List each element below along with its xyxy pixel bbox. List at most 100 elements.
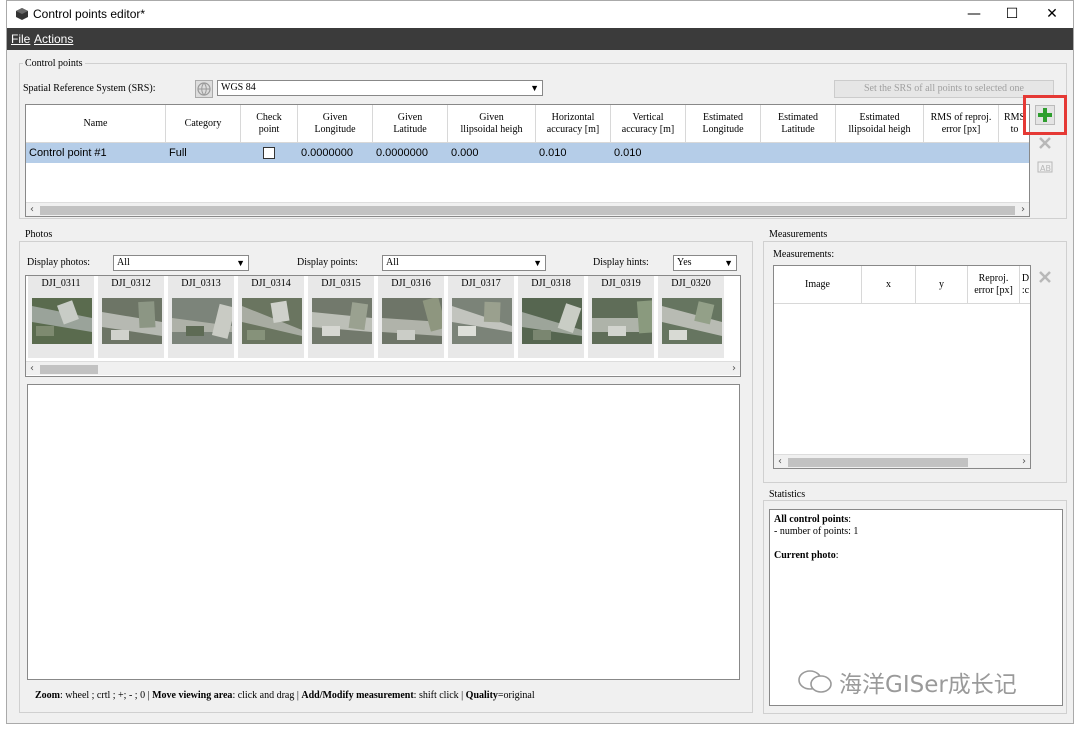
close-button[interactable]: ✕ [1029, 1, 1075, 28]
display-hints-value: Yes [677, 257, 692, 268]
photo-thumbnail[interactable]: DJI_0316 [378, 276, 446, 358]
cp-column-header[interactable]: Name [26, 105, 166, 143]
scroll-left-icon[interactable]: ‹ [26, 362, 38, 376]
cp-column-header[interactable]: Category [166, 105, 241, 143]
control-points-table: Name Category Check point Given Longitude Gi… [25, 104, 1030, 217]
cp-column-header[interactable]: Given llipsoidal heigh [448, 105, 536, 143]
srs-select[interactable]: WGS 84 ▼ [217, 80, 543, 96]
thumbnail-strip: DJI_0311 DJI_0312 DJI_0313 DJI_0314 DJI_0315… [25, 275, 741, 377]
photo-thumbnail-label: DJI_0316 [391, 278, 431, 289]
aerial-photo-image [172, 298, 232, 344]
measurements-group-label: Measurements [767, 229, 830, 240]
photo-thumbnail[interactable]: DJI_0320 [658, 276, 726, 358]
rename-control-point-button[interactable]: AB [1035, 157, 1055, 177]
remove-control-point-button[interactable] [1035, 133, 1055, 153]
measurement-column-header[interactable]: D :c [1020, 266, 1030, 304]
menu-file[interactable]: File [11, 32, 30, 46]
cp-given-h-cell[interactable]: 0.000 [448, 143, 536, 163]
display-photos-value: All [117, 257, 130, 268]
cp-column-header[interactable]: Horizontal accuracy [m] [536, 105, 611, 143]
display-points-label: Display points: [297, 257, 358, 268]
scroll-right-icon[interactable]: › [1017, 203, 1029, 216]
cp-v-acc-cell[interactable]: 0.010 [611, 143, 686, 163]
scroll-right-icon[interactable]: › [1018, 455, 1030, 468]
scroll-thumb[interactable] [788, 458, 968, 467]
measurements-scrollbar[interactable]: ‹ › [774, 454, 1030, 468]
photo-thumbnail[interactable]: DJI_0315 [308, 276, 376, 358]
photo-thumbnail-label: DJI_0311 [41, 278, 81, 289]
quality-hint-key: Quality [465, 690, 498, 701]
add-control-point-button[interactable] [1035, 105, 1055, 125]
cp-column-header[interactable]: Estimated llipsoidal heigh [836, 105, 924, 143]
thumbnail-scrollbar[interactable]: ‹ › [26, 361, 740, 375]
cp-column-header[interactable]: Estimated Longitude [686, 105, 761, 143]
menu-actions[interactable]: Actions [34, 32, 73, 46]
aerial-photo-image [522, 298, 582, 344]
aerial-photo-image [32, 298, 92, 344]
measurement-column-header[interactable]: Reproj. error [px] [968, 266, 1020, 304]
srs-value: WGS 84 [221, 82, 256, 93]
display-hints-select[interactable]: Yes ▼ [673, 255, 737, 271]
chevron-down-icon: ▼ [236, 258, 245, 268]
display-hints-label: Display hints: [593, 257, 649, 268]
cp-column-header[interactable]: Vertical accuracy [m] [611, 105, 686, 143]
srs-globe-button[interactable] [195, 80, 213, 98]
cp-table-scrollbar[interactable]: ‹ › [26, 202, 1029, 216]
photo-thumbnail[interactable]: DJI_0313 [168, 276, 236, 358]
cp-name-cell[interactable]: Control point #1 [26, 143, 166, 163]
display-photos-select[interactable]: All ▼ [113, 255, 249, 271]
cp-column-header[interactable]: Check point [241, 105, 298, 143]
window-title: Control points editor* [33, 7, 146, 21]
app-icon [16, 8, 28, 20]
chat-bubble-icon [798, 670, 832, 693]
photo-thumbnail[interactable]: DJI_0318 [518, 276, 586, 358]
photo-status-hints: Zoom: wheel ; crtl ; +; - ; 0 | Move vie… [35, 690, 535, 701]
scroll-right-icon[interactable]: › [728, 362, 740, 376]
photo-thumbnail[interactable]: DJI_0319 [588, 276, 656, 358]
cp-column-header[interactable]: Estimated Latitude [761, 105, 836, 143]
measurement-column-header[interactable]: x [862, 266, 916, 304]
photo-thumbnail-label: DJI_0312 [111, 278, 151, 289]
scroll-thumb[interactable] [40, 206, 1015, 215]
cp-category-cell[interactable]: Full [166, 143, 241, 163]
stat-all-title-text: All control points [774, 514, 849, 525]
rename-icon: AB [1037, 161, 1053, 173]
check-point-checkbox[interactable] [263, 147, 275, 159]
photo-thumbnail[interactable]: DJI_0312 [98, 276, 166, 358]
measurements-table: Image x y Reproj. error [px] D :c ‹ › [773, 265, 1031, 469]
scroll-left-icon[interactable]: ‹ [26, 203, 38, 216]
set-srs-button[interactable]: Set the SRS of all points to selected on… [834, 80, 1054, 98]
measurement-column-header[interactable]: y [916, 266, 968, 304]
delete-icon [1039, 271, 1051, 283]
photo-thumbnail[interactable]: DJI_0311 [28, 276, 96, 358]
aerial-photo-image [312, 298, 372, 344]
photo-thumbnail[interactable]: DJI_0314 [238, 276, 306, 358]
cp-h-acc-cell[interactable]: 0.010 [536, 143, 611, 163]
measurement-column-header[interactable]: Image [774, 266, 862, 304]
cp-column-header[interactable]: Given Latitude [373, 105, 448, 143]
scroll-left-icon[interactable]: ‹ [774, 455, 786, 468]
move-hint-value: : click and drag | [232, 690, 299, 701]
photo-thumbnail-label: DJI_0319 [601, 278, 641, 289]
remove-measurement-button[interactable] [1035, 267, 1055, 287]
photo-thumbnail[interactable]: DJI_0317 [448, 276, 516, 358]
cp-column-header[interactable]: RMS of reproj. error [px] [924, 105, 999, 143]
stat-all-title: All control points: [774, 514, 851, 525]
delete-icon [1039, 137, 1051, 149]
photo-viewer[interactable] [27, 384, 740, 680]
stat-current-title-text: Current photo [774, 550, 836, 561]
move-hint-key: Move viewing area [152, 690, 233, 701]
scroll-thumb[interactable] [40, 365, 98, 374]
cp-column-header[interactable]: Given Longitude [298, 105, 373, 143]
cp-given-lat-cell[interactable]: 0.0000000 [373, 143, 448, 163]
control-points-group-label: Control points [23, 58, 85, 69]
aerial-photo-image [382, 298, 442, 344]
aerial-photo-image [662, 298, 722, 344]
aerial-photo-image [102, 298, 162, 344]
table-row[interactable]: Control point #1 Full 0.0000000 0.000000… [26, 143, 1029, 163]
display-points-select[interactable]: All ▼ [382, 255, 546, 271]
display-points-value: All [386, 257, 399, 268]
statistics-group-label: Statistics [767, 489, 808, 500]
aerial-photo-image [242, 298, 302, 344]
cp-given-lon-cell[interactable]: 0.0000000 [298, 143, 373, 163]
